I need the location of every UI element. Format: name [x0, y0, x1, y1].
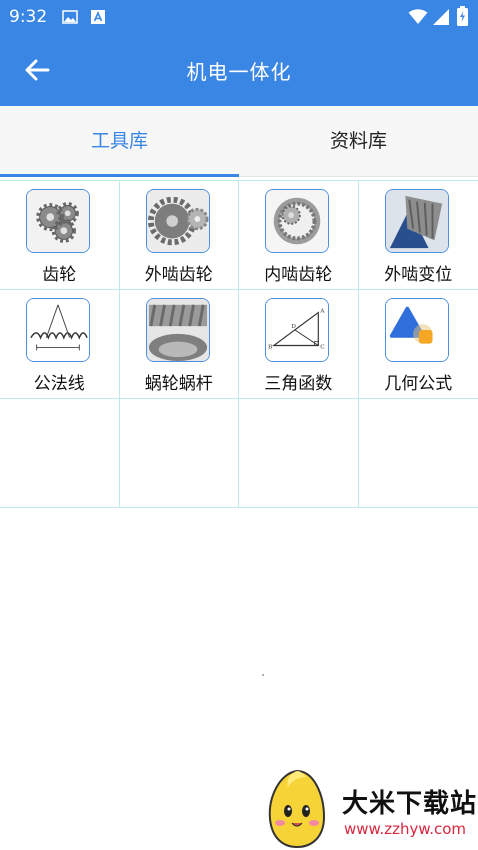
grid-item-external-gear[interactable]: 外啮齿轮: [119, 181, 239, 290]
grid-item-label: 蜗轮蜗杆: [144, 374, 213, 394]
watermark-title: 大米下载站: [342, 789, 478, 819]
grid-empty-cell: [358, 399, 478, 508]
worm-gear-icon: [145, 298, 210, 362]
internal-gear-icon: [265, 189, 330, 253]
status-bar: 9:32: [0, 0, 478, 34]
grid-item-label: 外啮变位: [384, 265, 453, 285]
external-gear-icon: [145, 189, 210, 253]
wifi-icon: [408, 8, 428, 29]
text-notification-icon: [90, 9, 106, 29]
grid-empty-cell: [0, 399, 120, 508]
grid-item-label: 三角函数: [264, 374, 333, 394]
grid-item-label: 内啮齿轮: [264, 265, 333, 285]
app-bar: 机电一体化: [0, 34, 478, 106]
active-tab-indicator: [0, 174, 239, 177]
grid-item-label: 公法线: [33, 374, 85, 394]
geometry-shapes-icon: [385, 298, 450, 362]
svg-text:A: A: [320, 309, 326, 315]
grid-item-gears[interactable]: 齿轮: [0, 181, 120, 290]
tab-tool-library[interactable]: 工具库: [0, 106, 239, 176]
gears-icon: [26, 189, 91, 253]
grid-item-label: 几何公式: [384, 374, 453, 394]
svg-text:B: B: [268, 344, 272, 350]
grid-item-common-normal[interactable]: 公法线: [0, 290, 120, 399]
grid-item-geometry-formulas[interactable]: 几何公式: [358, 290, 478, 399]
tab-bar: 工具库 资料库: [0, 106, 478, 177]
grid-item-external-modification[interactable]: 外啮变位: [358, 181, 478, 290]
grid-item-worm-gear[interactable]: 蜗轮蜗杆: [119, 290, 239, 399]
grid-empty-cell: [119, 399, 239, 508]
watermark-url: www.zzhyw.com: [344, 820, 467, 838]
grid-item-internal-gear[interactable]: 内啮齿轮: [239, 181, 359, 290]
grid-empty-cell: [239, 399, 359, 508]
grid-item-label: 齿轮: [42, 265, 77, 285]
tool-grid: 齿轮 外啮齿轮 内啮齿轮 外啮变位 公法线 蜗轮蜗杆 A B C D 三角函数 …: [0, 180, 478, 508]
tab-resource-library[interactable]: 资料库: [239, 106, 478, 176]
svg-text:D: D: [291, 324, 296, 330]
image-notification-icon: [62, 9, 78, 29]
mascot-egg-icon: [268, 769, 326, 849]
battery-icon: [457, 6, 468, 30]
page-title: 机电一体化: [186, 60, 292, 84]
watermark: 大米下载站 www.zzhyw.com: [262, 765, 478, 850]
svg-text:C: C: [321, 344, 326, 350]
grid-item-trig-functions[interactable]: A B C D 三角函数: [239, 290, 359, 399]
stray-dot: [262, 674, 264, 676]
grid-item-label: 外啮齿轮: [144, 265, 213, 285]
gear-tooth-diagram-icon: [26, 298, 91, 362]
status-time: 9:32: [9, 7, 48, 27]
signal-icon: [432, 8, 450, 30]
bevel-gear-icon: [385, 189, 450, 253]
triangle-diagram-icon: A B C D: [265, 298, 330, 362]
